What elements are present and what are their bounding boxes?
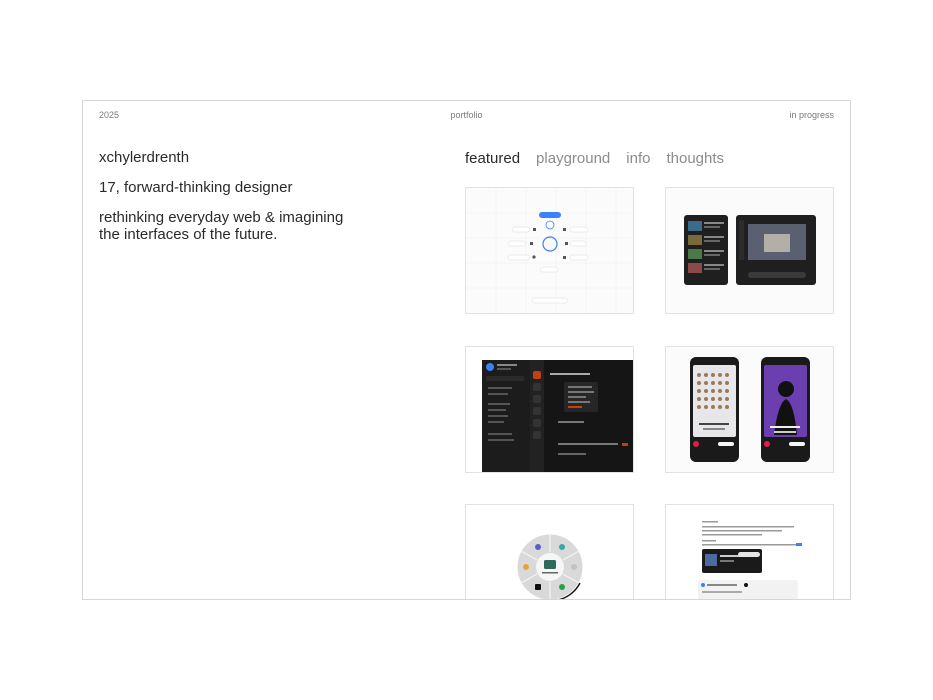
- project-card-music-app-mobile[interactable]: [665, 346, 834, 473]
- project-card-radial-tool-menu[interactable]: [465, 187, 634, 314]
- radial-launcher-thumbnail: [466, 505, 633, 599]
- ai-playlist-thumbnail: [666, 505, 833, 599]
- project-card-ai-playlist-chat[interactable]: [665, 504, 834, 599]
- status-label: in progress: [789, 110, 834, 120]
- author-lead: rethinking everyday web & imagining the …: [99, 209, 344, 243]
- intro-section: xchylerdrenth 17, forward-thinking desig…: [99, 149, 399, 256]
- nav-playground[interactable]: playground: [536, 150, 610, 167]
- section-nav: featured playground info thoughts: [465, 150, 724, 167]
- nav-info[interactable]: info: [626, 150, 650, 167]
- design-chat-thumbnail: [466, 347, 633, 472]
- author-name: xchylerdrenth: [99, 149, 190, 166]
- author-tagline: 17, forward-thinking designer: [99, 179, 293, 196]
- dark-gallery-thumbnail: [666, 188, 833, 313]
- project-card-design-team-chat[interactable]: [465, 346, 634, 473]
- radial-tool-menu-thumbnail: [466, 188, 633, 313]
- nav-thoughts[interactable]: thoughts: [666, 150, 724, 167]
- nav-featured[interactable]: featured: [465, 150, 520, 167]
- portfolio-frame: 2025 portfolio in progress xchylerdrenth…: [82, 100, 851, 600]
- music-app-thumbnail: [666, 347, 833, 472]
- project-card-radial-app-launcher[interactable]: [465, 504, 634, 599]
- page-title: portfolio: [450, 110, 483, 120]
- project-card-dark-gallery-app[interactable]: [665, 187, 834, 314]
